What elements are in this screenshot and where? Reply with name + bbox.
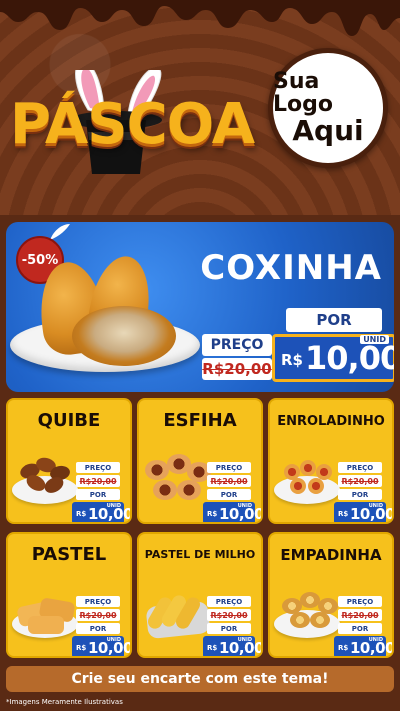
old-price: R$20,00 xyxy=(207,609,251,621)
price-label: PREÇO xyxy=(207,596,251,607)
currency-symbol: R$ xyxy=(76,644,87,652)
logo-placeholder-line1: Sua Logo xyxy=(273,69,333,118)
unit-label: UNID xyxy=(106,503,121,509)
por-label: POR xyxy=(76,623,120,634)
price-label: PREÇO xyxy=(338,596,382,607)
mini-price: PREÇO R$20,00 POR R$ 10,00 UNID xyxy=(334,462,392,522)
product-name: ENROLADINHO xyxy=(277,414,385,429)
new-price-box: R$ 10,00 UNID xyxy=(272,334,394,382)
chocolate-drip-icon xyxy=(0,0,400,36)
old-price: R$20,00 xyxy=(338,609,382,621)
price-label: PREÇO xyxy=(76,462,120,473)
cta-banner[interactable]: Crie seu encarte com este tema! xyxy=(6,666,394,692)
featured-product-card[interactable]: -50% COXINHA PREÇO R$20,00 POR R$ 10,00 … xyxy=(6,222,394,392)
old-price: R$20,00 xyxy=(76,475,120,487)
mini-price: PREÇO R$20,00 POR R$ 10,00 UNID xyxy=(203,596,261,656)
por-label: POR xyxy=(76,489,120,500)
product-card-pastel-de-milho[interactable]: PASTEL DE MILHO PREÇO R$20,00 POR R$ 10,… xyxy=(137,532,263,658)
unit-label: UNID xyxy=(237,503,252,509)
price-label: PREÇO xyxy=(76,596,120,607)
product-card-empadinha[interactable]: EMPADINHA PREÇO R$20,00 POR R$ 10,00 UNI… xyxy=(268,532,394,658)
old-price: R$20,00 xyxy=(338,475,382,487)
currency-symbol: R$ xyxy=(338,510,349,518)
product-card-enroladinho[interactable]: ENROLADINHO PREÇO R$20,00 POR R$ 10,00 U… xyxy=(268,398,394,524)
unit-label: UNID xyxy=(368,503,383,509)
price-label: PREÇO xyxy=(202,334,272,356)
product-card-quibe[interactable]: QUIBE PREÇO R$20,00 POR R$ 10,00 UNID xyxy=(6,398,132,524)
unit-label: UNID xyxy=(360,335,389,344)
price-label: PREÇO xyxy=(338,462,382,473)
product-card-pastel[interactable]: PASTEL PREÇO R$20,00 POR R$ 10,00 UNID xyxy=(6,532,132,658)
product-name: PASTEL DE MILHO xyxy=(144,548,256,561)
logo-placeholder[interactable]: Sua Logo Aqui xyxy=(268,48,388,168)
new-price-box: R$ 10,00 UNID xyxy=(203,502,261,522)
new-price-box: R$ 10,00 UNID xyxy=(72,636,130,656)
pastel-de-milho-image xyxy=(143,584,211,642)
new-price-box: R$ 10,00 UNID xyxy=(334,636,392,656)
currency-symbol: R$ xyxy=(207,644,218,652)
currency-symbol: R$ xyxy=(76,510,87,518)
por-label: POR xyxy=(207,623,251,634)
product-card-esfiha[interactable]: ESFIHA PREÇO R$20,00 POR R$ 10,00 UNID xyxy=(137,398,263,524)
product-name: ESFIHA xyxy=(163,410,237,431)
por-label: POR xyxy=(207,489,251,500)
coxinha-cut-image xyxy=(72,306,176,366)
pastel-image xyxy=(12,584,78,642)
quibe-image xyxy=(12,450,78,508)
por-label: POR xyxy=(286,308,382,332)
product-name: PASTEL xyxy=(31,544,107,565)
product-grid: QUIBE PREÇO R$20,00 POR R$ 10,00 UNID ES… xyxy=(6,398,394,658)
new-price-box: R$ 10,00 UNID xyxy=(334,502,392,522)
unit-label: UNID xyxy=(237,637,252,643)
header-banner: PÁSCOA Sua Logo Aqui xyxy=(0,0,400,215)
mini-price: PREÇO R$20,00 POR R$ 10,00 UNID xyxy=(203,462,261,522)
new-price-box: R$ 10,00 UNID xyxy=(203,636,261,656)
new-price: 10,00 xyxy=(305,339,394,377)
enroladinho-image xyxy=(274,450,340,508)
disclaimer: *Imagens Meramente Ilustrativas xyxy=(6,698,123,706)
mini-price: PREÇO R$20,00 POR R$ 10,00 UNID xyxy=(72,596,130,656)
unit-label: UNID xyxy=(106,637,121,643)
old-price: R$20,00 xyxy=(207,475,251,487)
logo-placeholder-line2: Aqui xyxy=(292,114,364,148)
por-label: POR xyxy=(338,623,382,634)
price-label: PREÇO xyxy=(207,462,251,473)
mini-price: PREÇO R$20,00 POR R$ 10,00 UNID xyxy=(72,462,130,522)
empadinha-image xyxy=(274,584,340,642)
brand-title: PÁSCOA xyxy=(10,92,255,157)
por-label: POR xyxy=(338,489,382,500)
product-name: EMPADINHA xyxy=(280,546,382,564)
old-price: R$20,00 xyxy=(202,358,272,380)
esfiha-image xyxy=(143,450,211,508)
old-price: R$20,00 xyxy=(76,609,120,621)
new-price-box: R$ 10,00 UNID xyxy=(72,502,130,522)
featured-product-name: COXINHA xyxy=(200,248,382,288)
currency-symbol: R$ xyxy=(281,351,303,369)
product-name: QUIBE xyxy=(37,410,101,431)
currency-symbol: R$ xyxy=(338,644,349,652)
mini-price: PREÇO R$20,00 POR R$ 10,00 UNID xyxy=(334,596,392,656)
unit-label: UNID xyxy=(368,637,383,643)
currency-symbol: R$ xyxy=(207,510,218,518)
